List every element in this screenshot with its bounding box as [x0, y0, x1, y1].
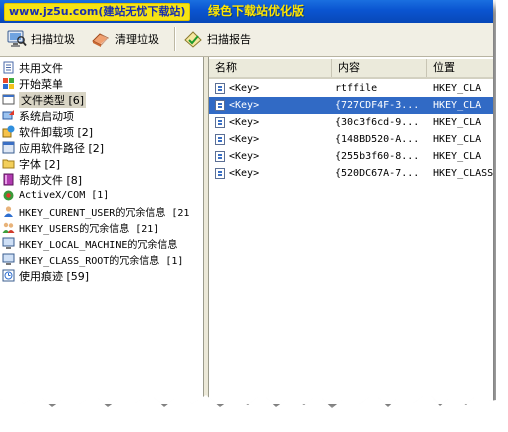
tree-item-activex[interactable]: ActiveX/COM [1]: [2, 188, 109, 203]
registry-key-icon: [215, 83, 225, 94]
folder-icon: [2, 157, 15, 170]
scan-junk-label: 扫描垃圾: [31, 33, 75, 46]
startup-icon: [2, 109, 15, 122]
list-header: 名称 内容 位置: [209, 59, 493, 79]
list-row[interactable]: <Key> {255b3f60-8... HKEY_CLA: [209, 148, 493, 165]
scan-report-label: 扫描报告: [207, 33, 251, 46]
tree-item-label: ActiveX/COM [1]: [19, 190, 110, 201]
tree-item-label: 应用软件路径 [2]: [19, 141, 105, 155]
tree-item-help-files[interactable]: 帮助文件 [8]: [2, 172, 82, 187]
registry-key-icon: [215, 117, 225, 128]
tree-item-label: 软件卸载项 [2]: [19, 125, 94, 139]
tree-item-label: 使用痕迹 [59]: [19, 269, 90, 283]
list-row[interactable]: <Key> {30c3f6cd-9... HKEY_CLA: [209, 114, 493, 131]
row-name: <Key>: [229, 100, 260, 111]
results-list: 名称 内容 位置 <Key> rtffile HKEY_CLA <Key> {7…: [208, 57, 493, 404]
registry-key-icon: [215, 100, 225, 111]
history-icon: [2, 269, 15, 282]
user-icon: [2, 205, 15, 218]
tree-item-hklm[interactable]: HKEY_LOCAL_MACHINE的冗余信息: [2, 236, 177, 251]
computer-icon: [2, 237, 15, 250]
row-name: <Key>: [229, 117, 260, 128]
tree-item-usage-history[interactable]: 使用痕迹 [59]: [2, 268, 89, 283]
row-name: <Key>: [229, 83, 260, 94]
tree-item-hku[interactable]: HKEY_USERS的冗余信息 [21]: [2, 220, 159, 235]
tree-item-uninstall[interactable]: 软件卸载项 [2]: [2, 124, 93, 139]
list-row[interactable]: <Key> {520DC67A-7... HKEY_CLASS: [209, 165, 493, 182]
tree-item-shared-files[interactable]: 共用文件: [2, 60, 63, 75]
registry-key-icon: [215, 151, 225, 162]
registry-key-icon: [215, 168, 225, 179]
row-content: {520DC67A-7...: [335, 168, 420, 179]
row-content: {727CDF4F-3...: [335, 100, 420, 111]
monitor-scan-icon: [7, 30, 27, 48]
watermark-banner: www.jz5u.com(建站无忧下载站): [4, 3, 191, 21]
tree-item-app-paths[interactable]: 应用软件路径 [2]: [2, 140, 104, 155]
column-header-name[interactable]: 名称: [209, 59, 332, 77]
list-row[interactable]: <Key> {727CDF4F-3... HKEY_CLA: [209, 97, 493, 114]
tree-item-label: HKEY_CURENT_USER的冗余信息 [21: [19, 208, 190, 219]
toolbar-separator: [174, 27, 176, 51]
row-location: HKEY_CLA: [433, 83, 482, 94]
row-name: <Key>: [229, 151, 260, 162]
document-icon: [2, 61, 15, 74]
clean-junk-label: 清理垃圾: [115, 33, 159, 46]
activex-icon: [2, 189, 15, 202]
tree-item-label: 字体 [2]: [19, 157, 61, 171]
tree-item-hkcu[interactable]: HKEY_CURENT_USER的冗余信息 [21: [2, 204, 189, 219]
row-name: <Key>: [229, 168, 260, 179]
toolbar: 扫描垃圾 清理垃圾 扫描报告: [0, 23, 493, 57]
row-content: {30c3f6cd-9...: [335, 117, 420, 128]
start-menu-icon: [2, 77, 15, 90]
row-content: {148BD520-A...: [335, 134, 420, 145]
tree-item-label: HKEY_LOCAL_MACHINE的冗余信息: [19, 240, 178, 251]
title-bar: www.jz5u.com(建站无忧下载站) 绿色下载站优化版: [0, 0, 493, 23]
eraser-icon: [91, 30, 111, 48]
category-tree: 共用文件 开始菜单 文件类型 [6] 系统启动项 软件卸载项 [2] 应用软件路…: [0, 57, 204, 404]
tree-item-label: 系统启动项: [19, 109, 74, 123]
row-content: {255b3f60-8...: [335, 151, 420, 162]
app-path-icon: [2, 141, 15, 154]
tree-item-file-types[interactable]: 文件类型 [6]: [2, 91, 87, 108]
tree-item-label: 文件类型 [6]: [19, 91, 87, 108]
main-window: www.jz5u.com(建站无忧下载站) 绿色下载站优化版 扫描垃圾 清理垃圾…: [0, 0, 493, 404]
tree-item-label: HKEY_USERS的冗余信息 [21]: [19, 224, 160, 235]
file-type-icon: [2, 93, 15, 106]
tree-item-startup[interactable]: 系统启动项: [2, 108, 74, 123]
scan-report-button[interactable]: 扫描报告: [180, 28, 254, 50]
app-title: 绿色下载站优化版: [208, 4, 305, 18]
row-location: HKEY_CLA: [433, 134, 482, 145]
scan-junk-button[interactable]: 扫描垃圾: [4, 28, 78, 50]
list-row[interactable]: <Key> rtffile HKEY_CLA: [209, 80, 493, 97]
report-icon: [183, 30, 203, 48]
clean-junk-button[interactable]: 清理垃圾: [88, 28, 162, 50]
uninstall-icon: [2, 125, 15, 138]
row-content: rtffile: [335, 83, 378, 94]
tree-item-hkcr[interactable]: HKEY_CLASS_ROOT的冗余信息 [1]: [2, 252, 183, 267]
list-row[interactable]: <Key> {148BD520-A... HKEY_CLA: [209, 131, 493, 148]
tree-item-label: HKEY_CLASS_ROOT的冗余信息 [1]: [19, 256, 184, 267]
registry-key-icon: [215, 134, 225, 145]
help-book-icon: [2, 173, 15, 186]
tree-item-label: 开始菜单: [19, 77, 63, 91]
tree-item-label: 共用文件: [19, 61, 63, 75]
users-icon: [2, 221, 15, 234]
column-header-content[interactable]: 内容: [332, 59, 427, 77]
row-location: HKEY_CLA: [433, 151, 482, 162]
tree-item-label: 帮助文件 [8]: [19, 173, 83, 187]
tree-item-start-menu[interactable]: 开始菜单: [2, 76, 63, 91]
row-location: HKEY_CLASS: [433, 168, 493, 179]
tree-item-fonts[interactable]: 字体 [2]: [2, 156, 60, 171]
computer-icon: [2, 253, 15, 266]
row-location: HKEY_CLA: [433, 117, 482, 128]
row-location: HKEY_CLA: [433, 100, 482, 111]
row-name: <Key>: [229, 134, 260, 145]
column-header-location[interactable]: 位置: [427, 59, 493, 77]
